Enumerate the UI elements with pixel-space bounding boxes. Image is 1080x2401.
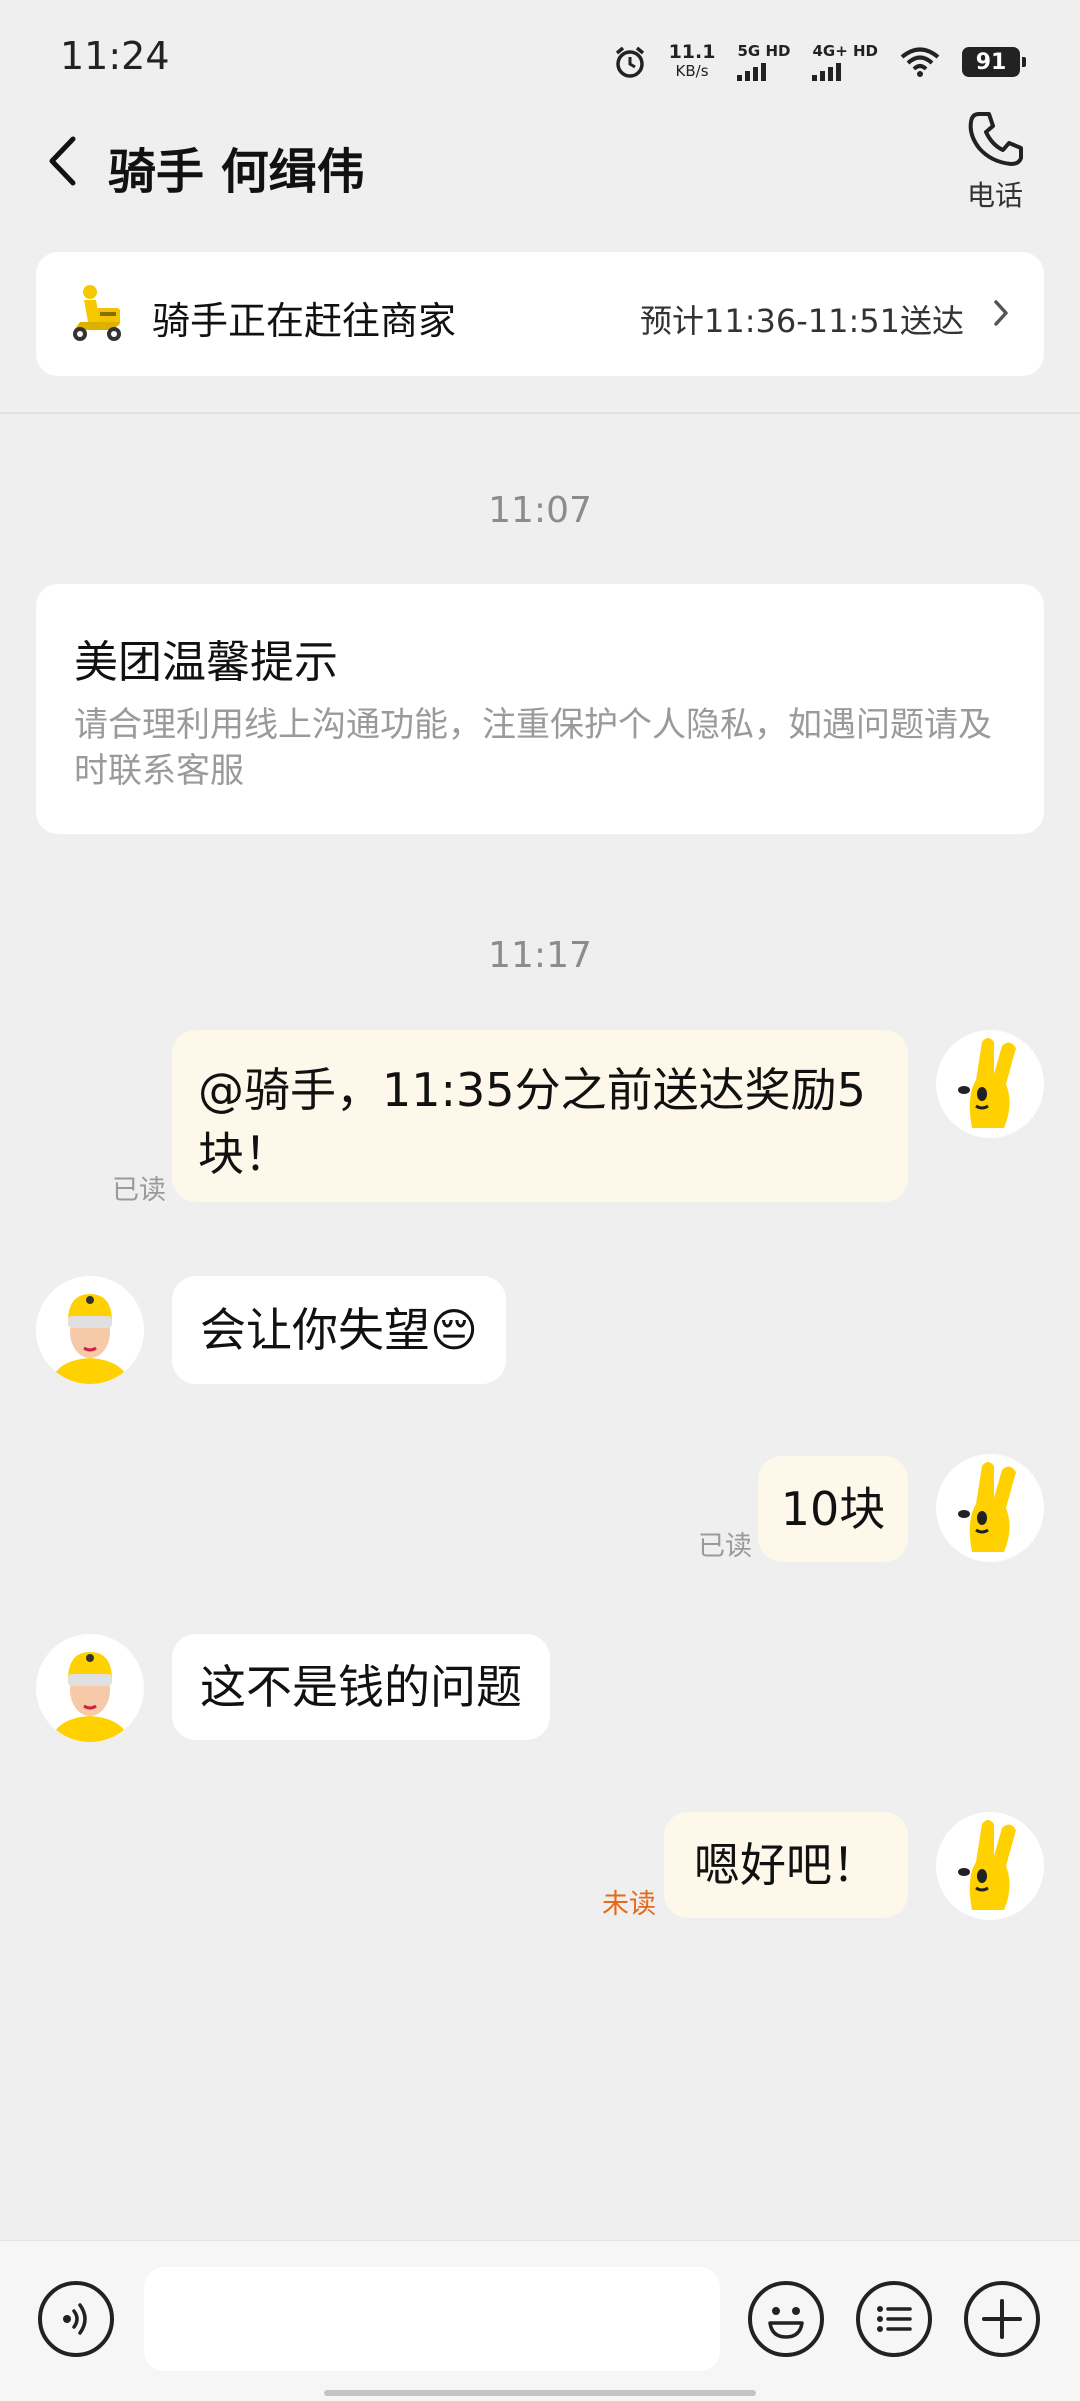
rider-avatar-icon — [36, 1276, 144, 1384]
chat-timestamp: 11:07 — [488, 490, 592, 531]
voice-icon — [63, 2303, 87, 2335]
rider-avatar-icon — [36, 1634, 144, 1742]
message-bubble-in[interactable]: 会让你失望😔 — [172, 1276, 506, 1384]
rider-avatar[interactable] — [36, 1276, 144, 1384]
sim2-signal: 4G+ HD — [812, 43, 878, 81]
message-text: 会让你失望😔 — [200, 1303, 478, 1357]
my-avatar[interactable] — [936, 1812, 1044, 1920]
message-text: 10块 — [780, 1482, 886, 1536]
sim2-label: 4G+ HD — [812, 42, 878, 60]
net-speed-value: 11.1 — [668, 41, 716, 63]
net-speed: 11.1 KB/s — [669, 43, 716, 81]
chevron-right-icon — [994, 300, 1008, 326]
status-icons: 11.1 KB/s 5G HD 4G+ HD 91 — [613, 36, 1026, 88]
battery-icon: 91 — [962, 47, 1026, 77]
signal-icon — [812, 63, 842, 81]
more-button[interactable] — [964, 2281, 1040, 2357]
chevron-left-icon — [49, 136, 76, 186]
delivery-eta: 预计11:36-11:51送达 — [640, 302, 964, 340]
message-text: 嗯好吧！ — [694, 1838, 878, 1892]
signal-icon — [737, 63, 767, 81]
alarm-icon — [615, 46, 644, 78]
status-time: 11:24 — [60, 34, 170, 78]
unread-status: 未读 — [602, 1889, 656, 1920]
voice-button[interactable] — [38, 2281, 114, 2357]
page-title: 骑手 何缉伟 — [108, 144, 365, 200]
phone-icon — [968, 112, 1023, 166]
battery-level: 91 — [975, 49, 1007, 75]
chat-timestamp: 11:17 — [488, 935, 592, 976]
emoji-button[interactable] — [748, 2281, 824, 2357]
message-bubble-out[interactable]: @骑手，11:35分之前送达奖励5 块！ — [172, 1030, 908, 1202]
safety-notice-card: 美团温馨提示 请合理利用线上沟通功能，注重保护个人隐私，如遇问题请及时联系客服 — [36, 584, 1044, 834]
message-text: @骑手，11:35分之前送达奖励5 块！ — [198, 1058, 866, 1186]
sim1-label: 5G HD — [737, 42, 791, 60]
plus-icon — [982, 2299, 1022, 2339]
notice-body: 请合理利用线上沟通功能，注重保护个人隐私，如遇问题请及时联系客服 — [74, 705, 992, 791]
notice-title: 美团温馨提示 — [74, 637, 338, 688]
home-indicator[interactable] — [324, 2390, 756, 2396]
call-button[interactable]: 电话 — [940, 108, 1050, 226]
list-icon — [877, 2306, 912, 2332]
kangaroo-hand-icon — [958, 1462, 1016, 1552]
my-avatar[interactable] — [936, 1030, 1044, 1138]
my-avatar[interactable] — [936, 1454, 1044, 1562]
call-label: 电话 — [966, 179, 1023, 212]
message-bubble-out[interactable]: 嗯好吧！ — [664, 1812, 908, 1918]
sim1-signal: 5G HD — [737, 43, 790, 81]
quick-reply-button[interactable] — [856, 2281, 932, 2357]
delivery-status-text: 骑手正在赶往商家 — [152, 299, 457, 343]
header-divider — [0, 412, 1080, 414]
input-bar — [0, 2240, 1080, 2401]
message-input[interactable] — [144, 2267, 720, 2371]
kangaroo-hand-icon — [958, 1820, 1016, 1910]
rider-avatar[interactable] — [36, 1634, 144, 1742]
rider-scooter-icon — [73, 285, 121, 341]
kangaroo-hand-icon — [958, 1038, 1016, 1128]
wifi-icon — [900, 47, 940, 77]
net-speed-unit: KB/s — [675, 62, 709, 80]
message-text-line: 块！ — [198, 1127, 290, 1181]
read-status: 已读 — [112, 1175, 166, 1206]
message-bubble-in[interactable]: 这不是钱的问题 — [172, 1634, 550, 1740]
smiley-icon — [768, 2307, 804, 2339]
back-button[interactable] — [38, 130, 86, 192]
delivery-status-card[interactable]: 骑手正在赶往商家 预计11:36-11:51送达 — [36, 252, 1044, 376]
message-bubble-out[interactable]: 10块 — [758, 1456, 908, 1562]
message-text: 这不是钱的问题 — [200, 1660, 522, 1714]
read-status: 已读 — [698, 1531, 752, 1562]
message-text-line: @骑手，11:35分之前送达奖励5 — [198, 1063, 866, 1117]
